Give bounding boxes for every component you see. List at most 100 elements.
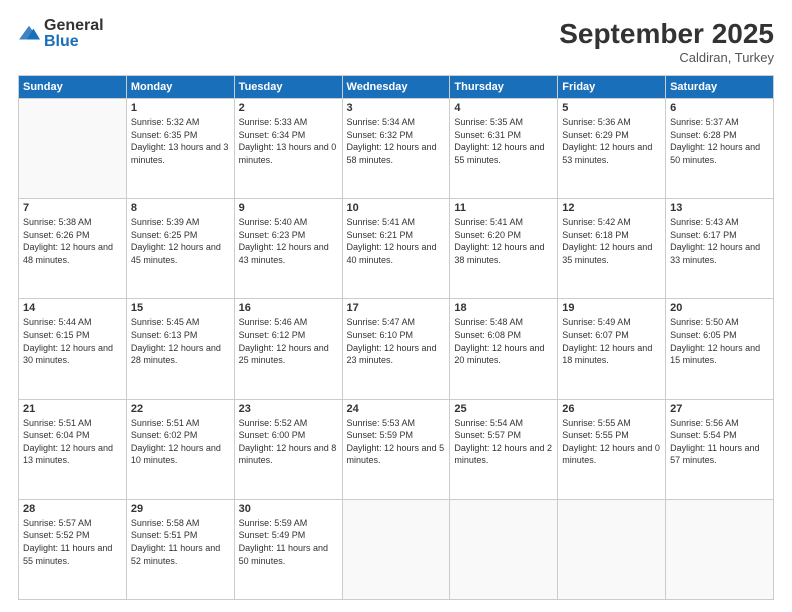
day-number: 16 [239,302,338,314]
calendar-cell: 21Sunrise: 5:51 AM Sunset: 6:04 PM Dayli… [19,399,127,499]
calendar-week-row: 28 Sunrise: 5:57 AM Sunset: 5:52 PM Dayli… [19,499,774,599]
day-info: Sunrise: 5:49 AM Sunset: 6:07 PM Dayligh… [562,316,661,366]
day-info: Sunrise: 5:39 AM Sunset: 6:25 PM Dayligh… [131,216,230,266]
calendar-cell: 19Sunrise: 5:49 AM Sunset: 6:07 PM Dayli… [558,299,666,399]
day-number: 18 [454,302,553,314]
calendar-cell: 24Sunrise: 5:53 AM Sunset: 5:59 PM Dayli… [342,399,450,499]
day-number: 28 [23,503,122,515]
day-number: 21 [23,403,122,415]
col-wednesday: Wednesday [342,76,450,99]
day-number: 9 [239,202,338,214]
day-number: 2 [239,102,338,114]
day-number: 29 [131,503,230,515]
day-info: Sunrise: 5:55 AM Sunset: 5:55 PM Dayligh… [562,417,661,467]
calendar-cell: 9 Sunrise: 5:40 AM Sunset: 6:23 PM Daylig… [234,199,342,299]
calendar-cell: 27 Sunrise: 5:56 AM Sunset: 5:54 PM Dayli… [666,399,774,499]
day-number: 20 [670,302,769,314]
day-info: Sunrise: 5:47 AM Sunset: 6:10 PM Dayligh… [347,316,446,366]
day-info: Sunrise: 5:37 AM Sunset: 6:28 PM Dayligh… [670,116,769,166]
day-number: 27 [670,403,769,415]
logo: General Blue [18,18,104,50]
day-info: Sunrise: 5:52 AM Sunset: 6:00 PM Dayligh… [239,417,338,467]
logo-blue: Blue [44,34,104,50]
day-number: 17 [347,302,446,314]
day-number: 10 [347,202,446,214]
calendar-cell: 12 Sunrise: 5:42 AM Sunset: 6:18 PM Dayli… [558,199,666,299]
day-info: Sunrise: 5:43 AM Sunset: 6:17 PM Dayligh… [670,216,769,266]
col-saturday: Saturday [666,76,774,99]
day-info: Sunrise: 5:41 AM Sunset: 6:20 PM Dayligh… [454,216,553,266]
day-number: 11 [454,202,553,214]
day-number: 5 [562,102,661,114]
calendar-cell: 16 Sunrise: 5:46 AM Sunset: 6:12 PM Dayli… [234,299,342,399]
calendar: Sunday Monday Tuesday Wednesday Thursday… [18,75,774,600]
day-number: 15 [131,302,230,314]
calendar-cell [558,499,666,599]
calendar-cell: 26 Sunrise: 5:55 AM Sunset: 5:55 PM Dayli… [558,399,666,499]
calendar-cell: 18 Sunrise: 5:48 AM Sunset: 6:08 PM Dayli… [450,299,558,399]
day-info: Sunrise: 5:48 AM Sunset: 6:08 PM Dayligh… [454,316,553,366]
location: Caldiran, Turkey [559,50,774,65]
calendar-cell: 7Sunrise: 5:38 AM Sunset: 6:26 PM Daylig… [19,199,127,299]
day-info: Sunrise: 5:36 AM Sunset: 6:29 PM Dayligh… [562,116,661,166]
col-friday: Friday [558,76,666,99]
calendar-cell: 30Sunrise: 5:59 AM Sunset: 5:49 PM Dayli… [234,499,342,599]
day-info: Sunrise: 5:41 AM Sunset: 6:21 PM Dayligh… [347,216,446,266]
day-number: 26 [562,403,661,415]
col-thursday: Thursday [450,76,558,99]
day-number: 23 [239,403,338,415]
day-info: Sunrise: 5:57 AM Sunset: 5:52 PM Dayligh… [23,517,122,567]
day-info: Sunrise: 5:50 AM Sunset: 6:05 PM Dayligh… [670,316,769,366]
day-number: 1 [131,102,230,114]
header: General Blue September 2025 Caldiran, Tu… [18,18,774,65]
day-number: 8 [131,202,230,214]
day-number: 25 [454,403,553,415]
day-info: Sunrise: 5:42 AM Sunset: 6:18 PM Dayligh… [562,216,661,266]
day-number: 22 [131,403,230,415]
calendar-cell: 10 Sunrise: 5:41 AM Sunset: 6:21 PM Dayli… [342,199,450,299]
day-number: 7 [23,202,122,214]
calendar-cell: 17 Sunrise: 5:47 AM Sunset: 6:10 PM Dayli… [342,299,450,399]
logo-general: General [44,18,104,34]
day-info: Sunrise: 5:58 AM Sunset: 5:51 PM Dayligh… [131,517,230,567]
title-block: September 2025 Caldiran, Turkey [559,18,774,65]
calendar-cell: 5 Sunrise: 5:36 AM Sunset: 6:29 PM Daylig… [558,99,666,199]
calendar-cell [666,499,774,599]
calendar-cell: 23 Sunrise: 5:52 AM Sunset: 6:00 PM Dayli… [234,399,342,499]
col-sunday: Sunday [19,76,127,99]
calendar-cell: 8 Sunrise: 5:39 AM Sunset: 6:25 PM Daylig… [126,199,234,299]
col-tuesday: Tuesday [234,76,342,99]
day-info: Sunrise: 5:59 AM Sunset: 5:49 PM Dayligh… [239,517,338,567]
calendar-header-row: Sunday Monday Tuesday Wednesday Thursday… [19,76,774,99]
day-info: Sunrise: 5:33 AM Sunset: 6:34 PM Dayligh… [239,116,338,166]
day-number: 14 [23,302,122,314]
day-number: 13 [670,202,769,214]
calendar-cell [450,499,558,599]
calendar-cell: 14 Sunrise: 5:44 AM Sunset: 6:15 PM Dayli… [19,299,127,399]
day-number: 12 [562,202,661,214]
day-info: Sunrise: 5:51 AM Sunset: 6:02 PM Dayligh… [131,417,230,467]
day-info: Sunrise: 5:46 AM Sunset: 6:12 PM Dayligh… [239,316,338,366]
calendar-cell: 28 Sunrise: 5:57 AM Sunset: 5:52 PM Dayli… [19,499,127,599]
calendar-cell: 15 Sunrise: 5:45 AM Sunset: 6:13 PM Dayli… [126,299,234,399]
calendar-cell: 13 Sunrise: 5:43 AM Sunset: 6:17 PM Dayli… [666,199,774,299]
calendar-cell: 25 Sunrise: 5:54 AM Sunset: 5:57 PM Dayli… [450,399,558,499]
day-info: Sunrise: 5:32 AM Sunset: 6:35 PM Dayligh… [131,116,230,166]
day-info: Sunrise: 5:44 AM Sunset: 6:15 PM Dayligh… [23,316,122,366]
day-info: Sunrise: 5:54 AM Sunset: 5:57 PM Dayligh… [454,417,553,467]
day-info: Sunrise: 5:45 AM Sunset: 6:13 PM Dayligh… [131,316,230,366]
calendar-week-row: 1 Sunrise: 5:32 AM Sunset: 6:35 PM Daylig… [19,99,774,199]
calendar-cell [342,499,450,599]
calendar-cell: 6 Sunrise: 5:37 AM Sunset: 6:28 PM Daylig… [666,99,774,199]
calendar-cell [19,99,127,199]
day-info: Sunrise: 5:56 AM Sunset: 5:54 PM Dayligh… [670,417,769,467]
month-title: September 2025 [559,18,774,50]
day-number: 3 [347,102,446,114]
day-info: Sunrise: 5:35 AM Sunset: 6:31 PM Dayligh… [454,116,553,166]
calendar-cell: 3Sunrise: 5:34 AM Sunset: 6:32 PM Daylig… [342,99,450,199]
calendar-week-row: 21Sunrise: 5:51 AM Sunset: 6:04 PM Dayli… [19,399,774,499]
calendar-cell: 1 Sunrise: 5:32 AM Sunset: 6:35 PM Daylig… [126,99,234,199]
day-number: 24 [347,403,446,415]
day-info: Sunrise: 5:40 AM Sunset: 6:23 PM Dayligh… [239,216,338,266]
day-number: 6 [670,102,769,114]
